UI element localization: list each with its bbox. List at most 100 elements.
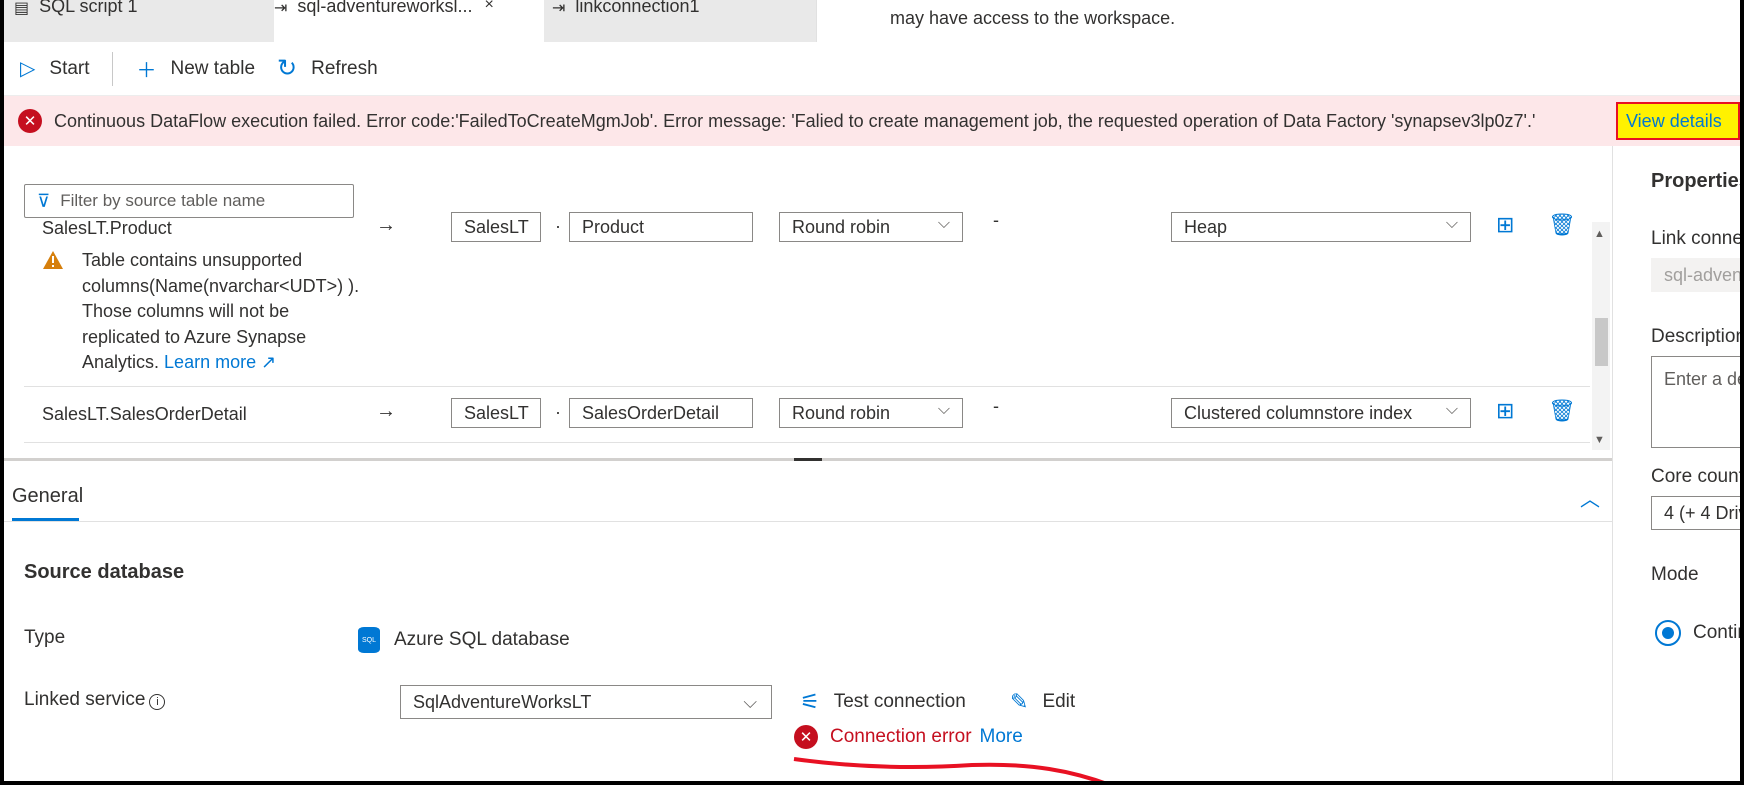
connection-error: ✕ Connection error More [794,725,1023,749]
sql-database-icon: SQL [358,627,380,653]
warning-icon [43,251,63,269]
filter-input[interactable]: ⊽ Filter by source table name [24,184,354,218]
type-value-text: Azure SQL database [394,629,570,650]
error-icon: ✕ [794,725,818,749]
link-connection-label: Link connection name [1651,228,1740,249]
tab-linkconnection1[interactable]: ⇥ linkconnection1 [552,0,812,42]
type-value: SQL Azure SQL database [358,627,570,653]
separator: · [555,402,561,422]
distribution-column: - [993,396,999,416]
tab-bar: ▤ SQL script 1 ⇥ sql-adventureworksl... … [4,0,1744,42]
tab-label: SQL script 1 [39,0,138,16]
core-count-label: Core count [1651,466,1740,487]
target-table-input[interactable]: SalesOrderDetail [569,398,753,428]
general-panel: General ︿ Source database Type SQL Azure… [4,461,1612,785]
scrollbar-thumb[interactable] [1595,318,1608,366]
mapping-scrollbar[interactable]: ▲ ▼ [1592,222,1610,450]
mode-continuous-radio[interactable]: Continuous mode [1655,620,1740,646]
structure-dropdown[interactable]: Clustered columnstore index ⌵ [1171,398,1471,428]
chevron-down-icon: ⌵ [937,401,950,418]
filter-placeholder: Filter by source table name [60,191,266,210]
core-count-dropdown[interactable]: 4 (+ 4 Driver cores) [1651,496,1740,530]
error-message: Continuous DataFlow execution failed. Er… [54,110,1536,131]
view-details-link[interactable]: View details [1616,102,1740,140]
chevron-down-icon: ⌵ [743,691,757,712]
learn-more-link[interactable]: Learn more ↗ [164,352,276,372]
delete-icon[interactable]: 🗑 [1548,212,1576,238]
start-button[interactable]: ▷ Start [20,56,90,81]
external-link-icon: ↗ [261,352,277,372]
refresh-button[interactable]: ↻ Refresh [277,54,378,83]
properties-title: Properties [1651,170,1740,192]
linked-service-dropdown[interactable]: SqlAdventureWorksLT ⌵ [400,685,772,719]
target-schema-input[interactable]: SalesLT [451,398,541,428]
play-icon: ▷ [20,58,36,80]
info-icon[interactable]: i [149,694,166,710]
description-label: Description [1651,326,1740,347]
distribution-column: - [993,210,999,230]
table-settings-icon[interactable]: ⊞ [1496,212,1514,238]
distribution-dropdown[interactable]: Round robin ⌵ [779,398,963,428]
separator: · [555,216,561,236]
chevron-down-icon: ⌵ [1445,401,1458,418]
new-table-label: New table [170,57,256,79]
table-settings-icon[interactable]: ⊞ [1496,398,1514,424]
link-connection-icon: ⇥ [274,0,288,17]
unsupported-columns-warning: Table contains unsupported columns(Name(… [42,248,372,376]
new-table-button[interactable]: ＋ New table [137,54,256,83]
scroll-down-icon[interactable]: ▼ [1594,434,1605,446]
target-schema-input[interactable]: SalesLT [451,212,541,242]
error-banner: ✕ Continuous DataFlow execution failed. … [4,96,1740,146]
row-divider [24,442,1590,443]
row-divider [24,386,1590,387]
source-table-name: SalesLT.Product [42,218,172,238]
plus-icon: ＋ [136,60,157,82]
more-link[interactable]: More [980,726,1023,748]
toolbar-divider [111,51,113,86]
scroll-up-icon[interactable]: ▲ [1594,228,1605,240]
distribution-value: Round robin [792,402,891,423]
chevron-down-icon: ⌵ [1445,215,1458,232]
script-icon: ▤ [14,0,30,17]
structure-dropdown[interactable]: Heap ⌵ [1171,212,1471,242]
chevron-up-icon[interactable]: ︿ [1580,483,1600,512]
plug-icon: ⚟ [800,689,820,714]
structure-value: Clustered columnstore index [1184,402,1413,423]
workspace-notice: may have access to the workspace. [816,0,1744,42]
tab-general[interactable]: General [12,485,83,508]
error-icon: ✕ [18,109,42,133]
close-icon[interactable]: × [484,0,493,14]
table-mapping-panel: ⊽ Filter by source table name SalesLT.Pr… [4,146,1612,460]
delete-icon[interactable]: 🗑 [1548,398,1576,424]
connection-error-text: Connection error [830,726,972,747]
distribution-value: Round robin [792,216,891,237]
red-annotation-stroke [793,757,1111,785]
source-table-name: SalesLT.SalesOrderDetail [42,404,247,424]
test-connection-label: Test connection [833,691,966,712]
description-input[interactable]: Enter a description [1651,356,1740,448]
toolbar: ▷ Start ＋ New table ↻ Refresh [4,42,1740,96]
linked-service-label: Linked service i [24,689,166,711]
refresh-label: Refresh [311,57,378,79]
chevron-down-icon: ⌵ [937,215,950,232]
edit-button[interactable]: ✎ Edit [1010,689,1075,715]
tab-label: sql-adventureworksl... [297,0,473,16]
section-title: Source database [24,561,185,583]
tab-label: linkconnection1 [575,0,700,16]
arrow-right-icon: → [376,214,396,236]
target-table-input[interactable]: Product [569,212,753,242]
link-connection-icon: ⇥ [552,0,566,17]
link-connection-name-field: sql-adventureworkslt [1651,258,1740,292]
tab-divider [4,521,1612,522]
structure-value: Heap [1184,216,1228,237]
edit-label: Edit [1042,691,1076,712]
tab-sql-script[interactable]: ▤ SQL script 1 [14,0,274,42]
test-connection-button[interactable]: ⚟ Test connection [800,689,966,715]
distribution-dropdown[interactable]: Round robin ⌵ [779,212,963,242]
filter-icon: ⊽ [37,190,51,211]
linked-service-value: SqlAdventureWorksLT [413,691,592,712]
refresh-icon: ↻ [277,55,298,82]
tab-link-connection-active[interactable]: ⇥ sql-adventureworksl... × [274,0,544,42]
arrow-right-icon: → [376,400,396,422]
mode-value: Continuous mode [1693,622,1740,643]
